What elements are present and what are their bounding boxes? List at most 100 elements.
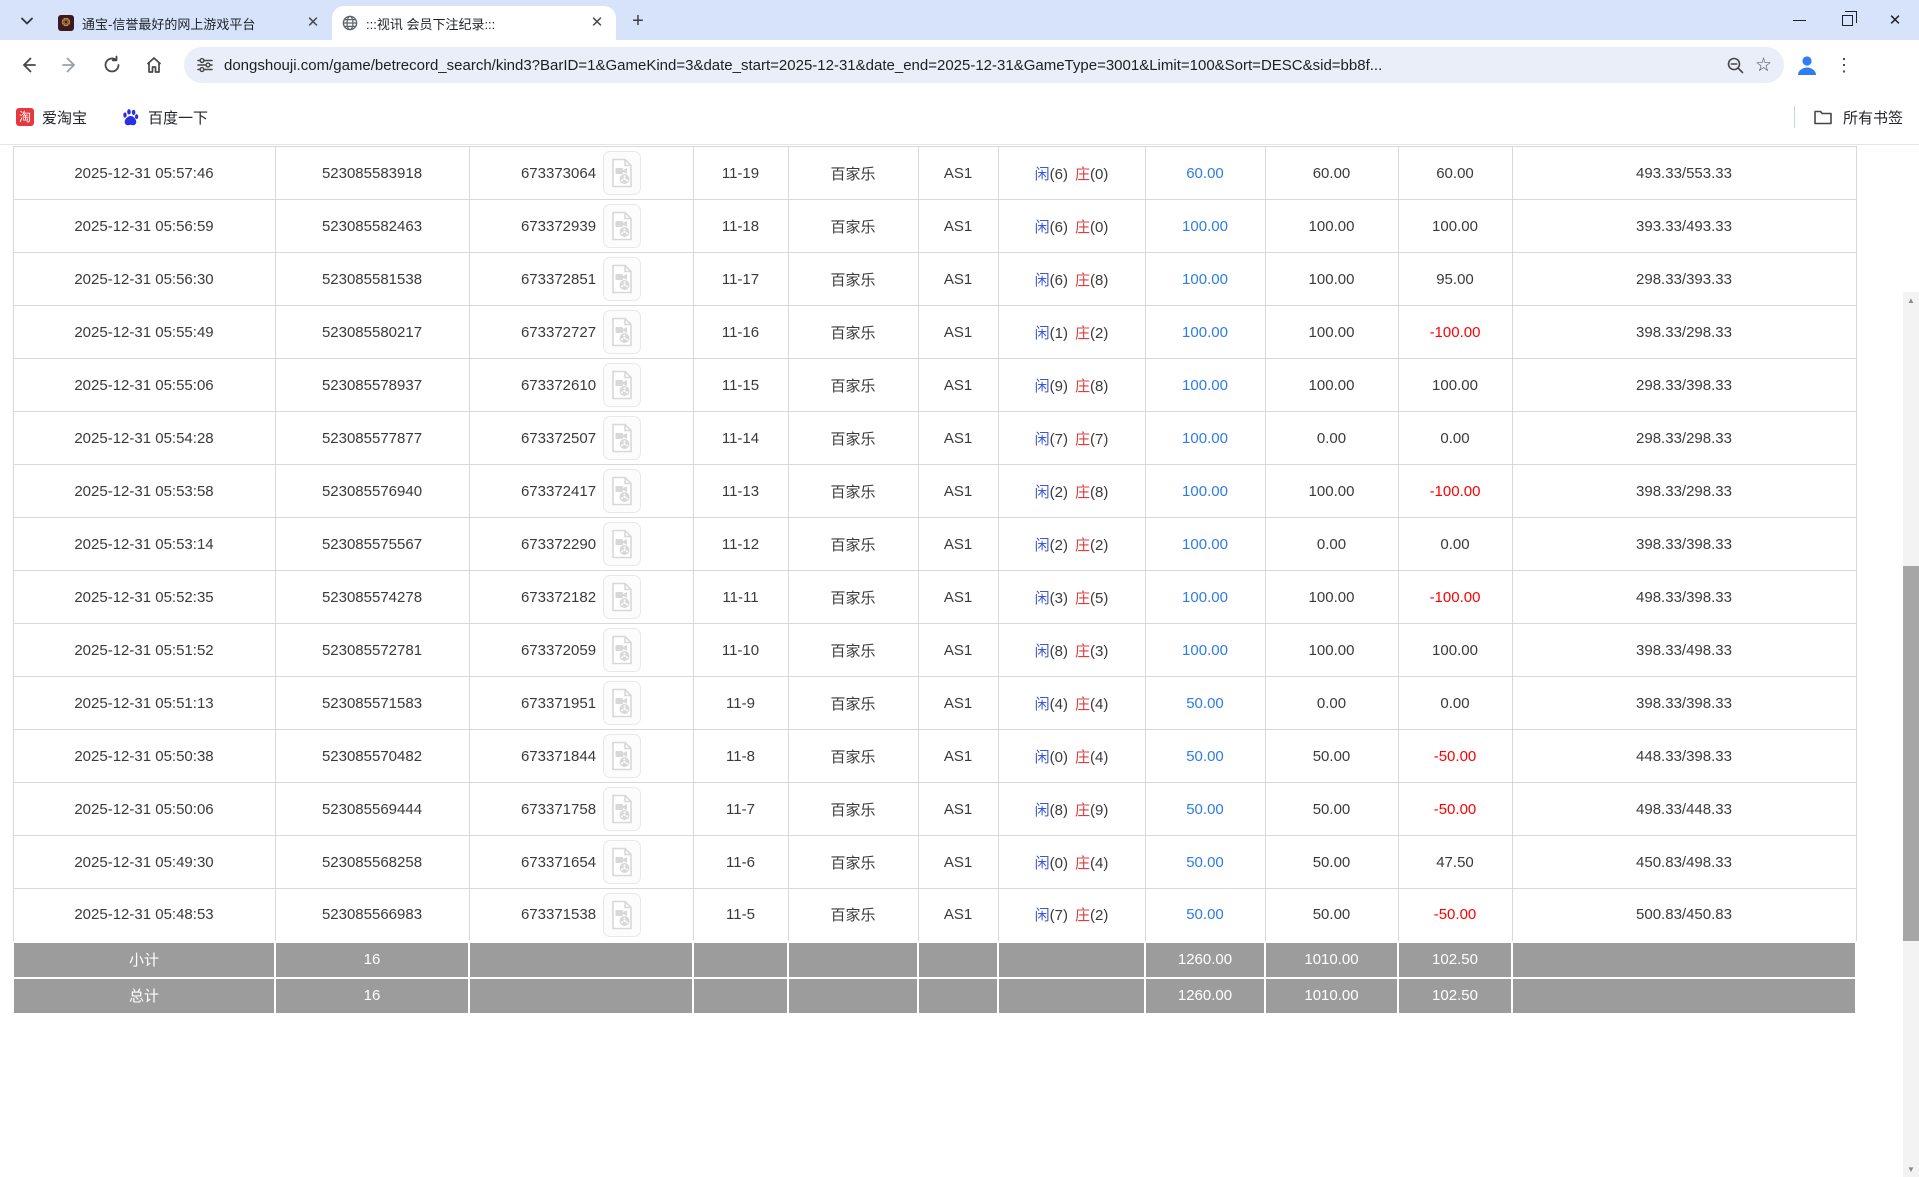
cell-round: 673372939	[469, 200, 693, 253]
bet-amount-link[interactable]: 100.00	[1182, 642, 1228, 659]
round-id: 673371538	[521, 906, 596, 923]
cell-bet-content: 闲(7)庄(7)	[998, 412, 1145, 465]
cell-bet-id: 523085568258	[275, 836, 469, 889]
video-replay-button[interactable]	[603, 893, 641, 937]
video-replay-button[interactable]	[603, 363, 641, 407]
all-bookmarks[interactable]: 所有书签	[1794, 106, 1903, 128]
bookmark-baidu[interactable]: 百度一下	[121, 107, 208, 128]
cell-win-loss: -50.00	[1398, 889, 1512, 942]
reload-button[interactable]	[94, 47, 130, 83]
new-tab-button[interactable]: +	[624, 7, 652, 35]
video-replay-button[interactable]	[603, 787, 641, 831]
cell-win-loss: 0.00	[1398, 518, 1512, 571]
round-id: 673372507	[521, 430, 596, 447]
cell-table-no: 11-7	[693, 783, 788, 836]
video-replay-button[interactable]	[603, 257, 641, 301]
bet-amount-link[interactable]: 100.00	[1182, 324, 1228, 341]
cell-bet-content: 闲(6)庄(8)	[998, 253, 1145, 306]
video-replay-button[interactable]	[603, 416, 641, 460]
restore-button[interactable]	[1823, 0, 1871, 40]
video-replay-button[interactable]	[603, 575, 641, 619]
video-replay-button[interactable]	[603, 734, 641, 778]
bet-amount-link[interactable]: 100.00	[1182, 218, 1228, 235]
cell-account: AS1	[918, 624, 998, 677]
cell-bet-time: 2025-12-31 05:53:58	[13, 465, 275, 518]
bet-record-row: 2025-12-31 05:53:14 523085575567 6733722…	[13, 518, 1856, 571]
cell-bet-amount: 100.00	[1145, 412, 1265, 465]
cell-round: 673371654	[469, 836, 693, 889]
bookmark-aitaobao[interactable]: 淘 爱淘宝	[16, 107, 87, 128]
bet-record-table: 2025-12-31 05:57:46 523085583918 6733730…	[12, 146, 1857, 1015]
bet-amount-link[interactable]: 100.00	[1182, 483, 1228, 500]
video-replay-button[interactable]	[603, 628, 641, 672]
browser-tab-betrecord[interactable]: :::视讯 会员下注纪录::: ✕	[332, 6, 616, 40]
cell-round: 673372417	[469, 465, 693, 518]
summary-valid-total: 1010.00	[1265, 978, 1398, 1014]
bet-amount-link[interactable]: 50.00	[1186, 801, 1224, 818]
vertical-scrollbar[interactable]: ▲ ▼	[1903, 292, 1919, 1177]
bet-amount-link[interactable]: 50.00	[1186, 695, 1224, 712]
cell-bet-amount: 50.00	[1145, 677, 1265, 730]
minimize-button[interactable]	[1775, 0, 1823, 40]
home-button[interactable]	[136, 47, 172, 83]
bet-amount-link[interactable]: 50.00	[1186, 854, 1224, 871]
round-id: 673372727	[521, 324, 596, 341]
video-replay-button[interactable]	[603, 204, 641, 248]
bet-amount-link[interactable]: 100.00	[1182, 377, 1228, 394]
cell-bet-content: 闲(8)庄(9)	[998, 783, 1145, 836]
cell-bet-time: 2025-12-31 05:55:49	[13, 306, 275, 359]
bet-amount-link[interactable]: 50.00	[1186, 906, 1224, 923]
cell-win-loss: 100.00	[1398, 200, 1512, 253]
url-text[interactable]: dongshouji.com/game/betrecord_search/kin…	[224, 57, 1716, 74]
video-replay-button[interactable]	[603, 522, 641, 566]
video-replay-button[interactable]	[603, 681, 641, 725]
bookmark-star-icon[interactable]: ☆	[1755, 54, 1772, 77]
round-id: 673371758	[521, 801, 596, 818]
cell-table-no: 11-10	[693, 624, 788, 677]
forward-button[interactable]	[52, 47, 88, 83]
tab-close-icon[interactable]: ✕	[304, 14, 322, 32]
video-replay-button[interactable]	[603, 151, 641, 195]
cell-bet-id: 523085571583	[275, 677, 469, 730]
url-bar[interactable]: dongshouji.com/game/betrecord_search/kin…	[184, 47, 1784, 83]
cell-balance: 398.33/298.33	[1512, 306, 1856, 359]
cell-balance: 493.33/553.33	[1512, 147, 1856, 200]
cell-bet-id: 523085576940	[275, 465, 469, 518]
summary-valid-total: 1010.00	[1265, 942, 1398, 978]
chrome-menu-icon[interactable]: ⋮	[1830, 55, 1858, 76]
baidu-paw-icon	[121, 108, 140, 127]
bet-amount-link[interactable]: 100.00	[1182, 536, 1228, 553]
cell-round: 673371758	[469, 783, 693, 836]
browser-tab-tongbao[interactable]: ❂ 通宝-信誉最好的网上游戏平台 ✕	[48, 6, 332, 40]
cell-win-loss: -100.00	[1398, 465, 1512, 518]
video-replay-button[interactable]	[603, 469, 641, 513]
site-settings-tune-icon[interactable]	[196, 56, 214, 74]
cell-balance: 398.33/498.33	[1512, 624, 1856, 677]
bet-amount-link[interactable]: 100.00	[1182, 271, 1228, 288]
video-replay-button[interactable]	[603, 840, 641, 884]
scroll-up-icon[interactable]: ▲	[1903, 292, 1919, 308]
cell-win-loss: -100.00	[1398, 571, 1512, 624]
bet-amount-link[interactable]: 50.00	[1186, 748, 1224, 765]
tab-close-icon[interactable]: ✕	[588, 14, 606, 32]
cell-bet-content: 闲(0)庄(4)	[998, 730, 1145, 783]
cell-account: AS1	[918, 465, 998, 518]
cell-game-name: 百家乐	[788, 677, 918, 730]
zoom-icon[interactable]	[1726, 56, 1745, 75]
cell-table-no: 11-16	[693, 306, 788, 359]
cell-round: 673372727	[469, 306, 693, 359]
bet-amount-link[interactable]: 100.00	[1182, 589, 1228, 606]
bet-amount-link[interactable]: 100.00	[1182, 430, 1228, 447]
scroll-down-icon[interactable]: ▼	[1903, 1161, 1919, 1177]
bet-amount-link[interactable]: 60.00	[1186, 165, 1224, 182]
cell-game-name: 百家乐	[788, 306, 918, 359]
scrollbar-thumb[interactable]	[1903, 566, 1919, 941]
cell-account: AS1	[918, 677, 998, 730]
cell-bet-amount: 100.00	[1145, 359, 1265, 412]
tab-search-chevron-icon[interactable]	[12, 6, 42, 36]
video-replay-button[interactable]	[603, 310, 641, 354]
close-button[interactable]: ✕	[1871, 0, 1919, 40]
profile-avatar[interactable]	[1790, 48, 1824, 82]
back-button[interactable]	[10, 47, 46, 83]
cell-bet-id: 523085578937	[275, 359, 469, 412]
